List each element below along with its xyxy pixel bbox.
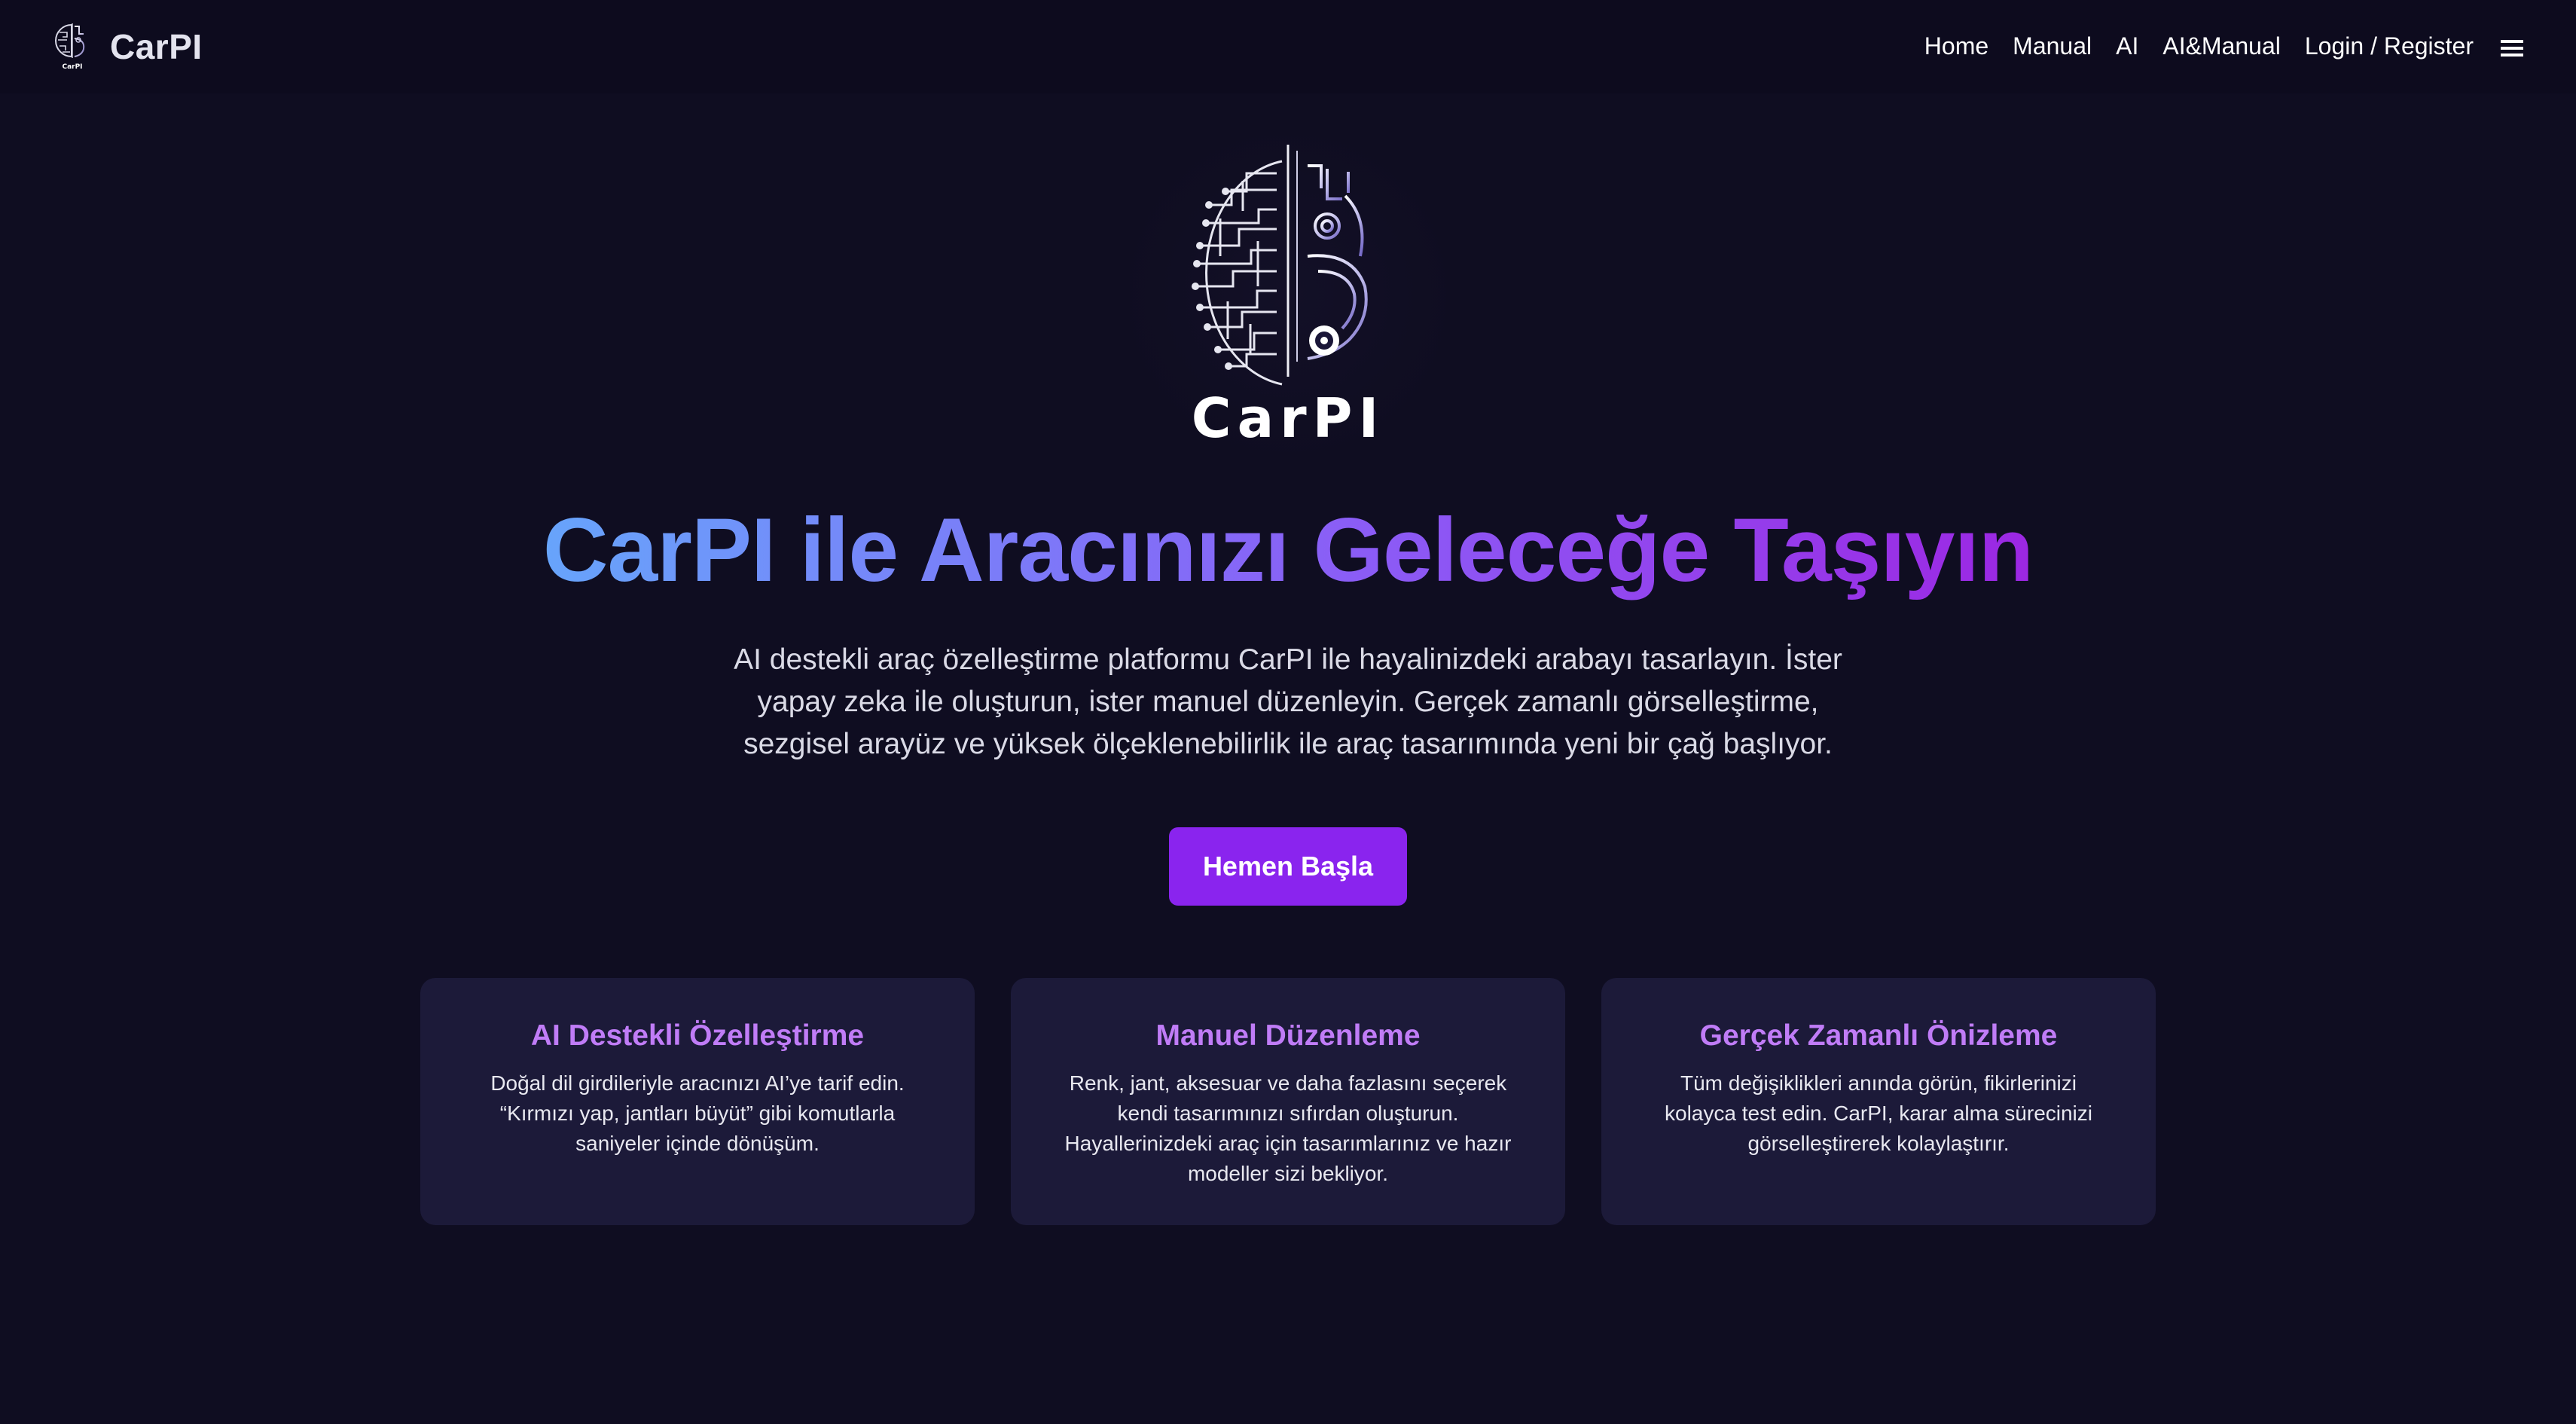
- hero-description: AI destekli araç özelleştirme platformu …: [734, 643, 1842, 760]
- hero-title: CarPI ile Aracınızı Geleceğe Taşıyın: [0, 490, 2576, 610]
- nav-link-home[interactable]: Home: [1924, 32, 1988, 60]
- main-nav: Home Manual AI AI&Manual Login / Registe…: [1924, 23, 2523, 69]
- feature-card-manual: Manuel Düzenleme Renk, jant, aksesuar ve…: [1011, 978, 1565, 1225]
- top-navbar: CarPI CarPI Home Manual AI AI&Manual Log…: [0, 0, 2576, 93]
- get-started-button[interactable]: Hemen Başla: [1169, 827, 1407, 906]
- hamburger-menu-icon[interactable]: [2501, 38, 2523, 58]
- carpi-logo-icon: CarPI: [55, 23, 85, 71]
- nav-link-ai[interactable]: AI: [2116, 32, 2138, 60]
- svg-text:CarPI: CarPI: [62, 63, 82, 71]
- carpi-brain-logo-icon: CarPI: [1192, 145, 1385, 450]
- feature-card-ai: AI Destekli Özelleştirme Doğal dil girdi…: [420, 978, 975, 1225]
- feature-card-text: Renk, jant, aksesuar ve daha fazlasını s…: [1064, 1071, 1512, 1185]
- nav-link-manual[interactable]: Manual: [2013, 32, 2092, 60]
- feature-card-title: AI Destekli Özelleştirme: [530, 1019, 865, 1052]
- feature-card-text: Tüm değişiklikleri anında görün, fikirle…: [1665, 1071, 2092, 1155]
- hero-title-text: CarPI ile Aracınızı Geleceğe Taşıyın: [542, 500, 2034, 600]
- feature-card-title: Manuel Düzenleme: [1155, 1019, 1421, 1052]
- nav-link-ai-manual[interactable]: AI&Manual: [2162, 32, 2281, 60]
- brand-home-link[interactable]: CarPI CarPI: [53, 20, 203, 74]
- nav-link-login-register[interactable]: Login / Register: [2305, 32, 2474, 60]
- feature-card-preview: Gerçek Zamanlı Önizleme Tüm değişiklikle…: [1601, 978, 2156, 1225]
- feature-card-title: Gerçek Zamanlı Önizleme: [1699, 1019, 2058, 1052]
- hero-logo: CarPI: [1130, 136, 1446, 452]
- logo-wordmark: CarPI: [1192, 387, 1385, 450]
- feature-card-text: Doğal dil girdileriyle aracınızı AI’ye t…: [490, 1071, 905, 1155]
- brand-name: CarPI: [110, 27, 203, 66]
